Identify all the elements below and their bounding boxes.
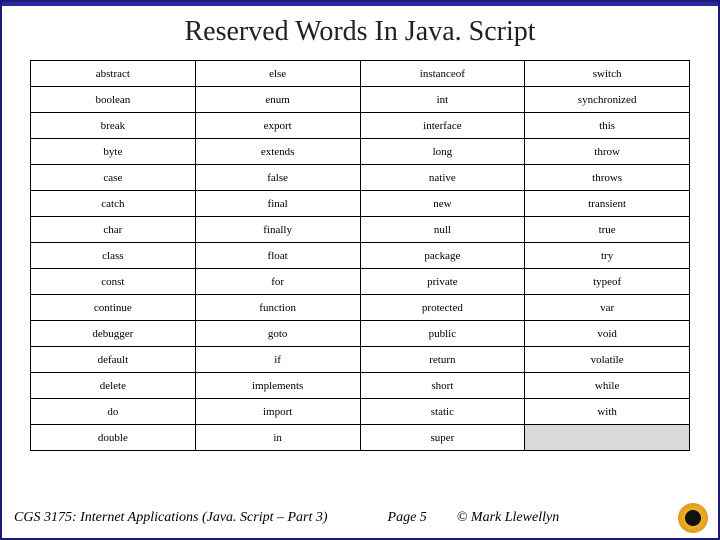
table-row: defaultifreturnvolatile [31,347,690,373]
table-cell: null [360,217,525,243]
table-cell [525,425,690,451]
table-cell: interface [360,113,525,139]
table-cell: char [31,217,196,243]
footer: CGS 3175: Internet Applications (Java. S… [2,498,718,538]
table-cell: try [525,243,690,269]
table-row: booleanenumintsynchronized [31,87,690,113]
table-cell: finally [195,217,360,243]
table-cell: float [195,243,360,269]
table-cell: throws [525,165,690,191]
table-cell: int [360,87,525,113]
table-cell: if [195,347,360,373]
table-cell: byte [31,139,196,165]
reserved-words-table: abstractelseinstanceofswitchbooleanenumi… [30,60,690,451]
table-cell: long [360,139,525,165]
footer-author: © Mark Llewellyn [427,510,559,526]
table-cell: class [31,243,196,269]
table-row: abstractelseinstanceofswitch [31,61,690,87]
table-cell: package [360,243,525,269]
table-cell: delete [31,373,196,399]
table-cell: do [31,399,196,425]
table-cell: true [525,217,690,243]
table-row: constforprivatetypeof [31,269,690,295]
slide: Reserved Words In Java. Script abstracte… [0,0,720,540]
table-cell: const [31,269,196,295]
table-row: breakexportinterfacethis [31,113,690,139]
table-cell: catch [31,191,196,217]
table-row: casefalsenativethrows [31,165,690,191]
table-cell: boolean [31,87,196,113]
table-cell: goto [195,321,360,347]
table-cell: public [360,321,525,347]
table-cell: in [195,425,360,451]
table-cell: abstract [31,61,196,87]
table-cell: final [195,191,360,217]
table-row: charfinallynulltrue [31,217,690,243]
table-cell: short [360,373,525,399]
table-cell: static [360,399,525,425]
table-row: catchfinalnewtransient [31,191,690,217]
table-cell: else [195,61,360,87]
footer-page: Page 5 [328,510,427,526]
table-cell: private [360,269,525,295]
table-row: byteextendslongthrow [31,139,690,165]
table-cell: extends [195,139,360,165]
table-container: abstractelseinstanceofswitchbooleanenumi… [2,60,718,498]
table-cell: throw [525,139,690,165]
table-row: doubleinsuper [31,425,690,451]
table-row: doimportstaticwith [31,399,690,425]
table-cell: double [31,425,196,451]
table-cell: synchronized [525,87,690,113]
table-cell: typeof [525,269,690,295]
table-cell: implements [195,373,360,399]
table-cell: export [195,113,360,139]
table-cell: switch [525,61,690,87]
table-cell: enum [195,87,360,113]
table-cell: break [31,113,196,139]
table-cell: this [525,113,690,139]
table-cell: function [195,295,360,321]
table-cell: debugger [31,321,196,347]
footer-course: CGS 3175: Internet Applications (Java. S… [8,510,328,526]
table-cell: default [31,347,196,373]
ucf-logo-icon [678,503,708,533]
table-cell: with [525,399,690,425]
table-cell: for [195,269,360,295]
table-cell: super [360,425,525,451]
table-cell: volatile [525,347,690,373]
table-row: continuefunctionprotectedvar [31,295,690,321]
table-cell: false [195,165,360,191]
table-cell: while [525,373,690,399]
table-cell: continue [31,295,196,321]
table-cell: native [360,165,525,191]
table-row: debuggergotopublicvoid [31,321,690,347]
table-cell: var [525,295,690,321]
page-title: Reserved Words In Java. Script [2,6,718,60]
table-cell: protected [360,295,525,321]
table-cell: case [31,165,196,191]
table-cell: void [525,321,690,347]
table-cell: return [360,347,525,373]
table-row: classfloatpackagetry [31,243,690,269]
table-cell: instanceof [360,61,525,87]
table-cell: transient [525,191,690,217]
table-row: deleteimplementsshortwhile [31,373,690,399]
table-cell: import [195,399,360,425]
table-cell: new [360,191,525,217]
